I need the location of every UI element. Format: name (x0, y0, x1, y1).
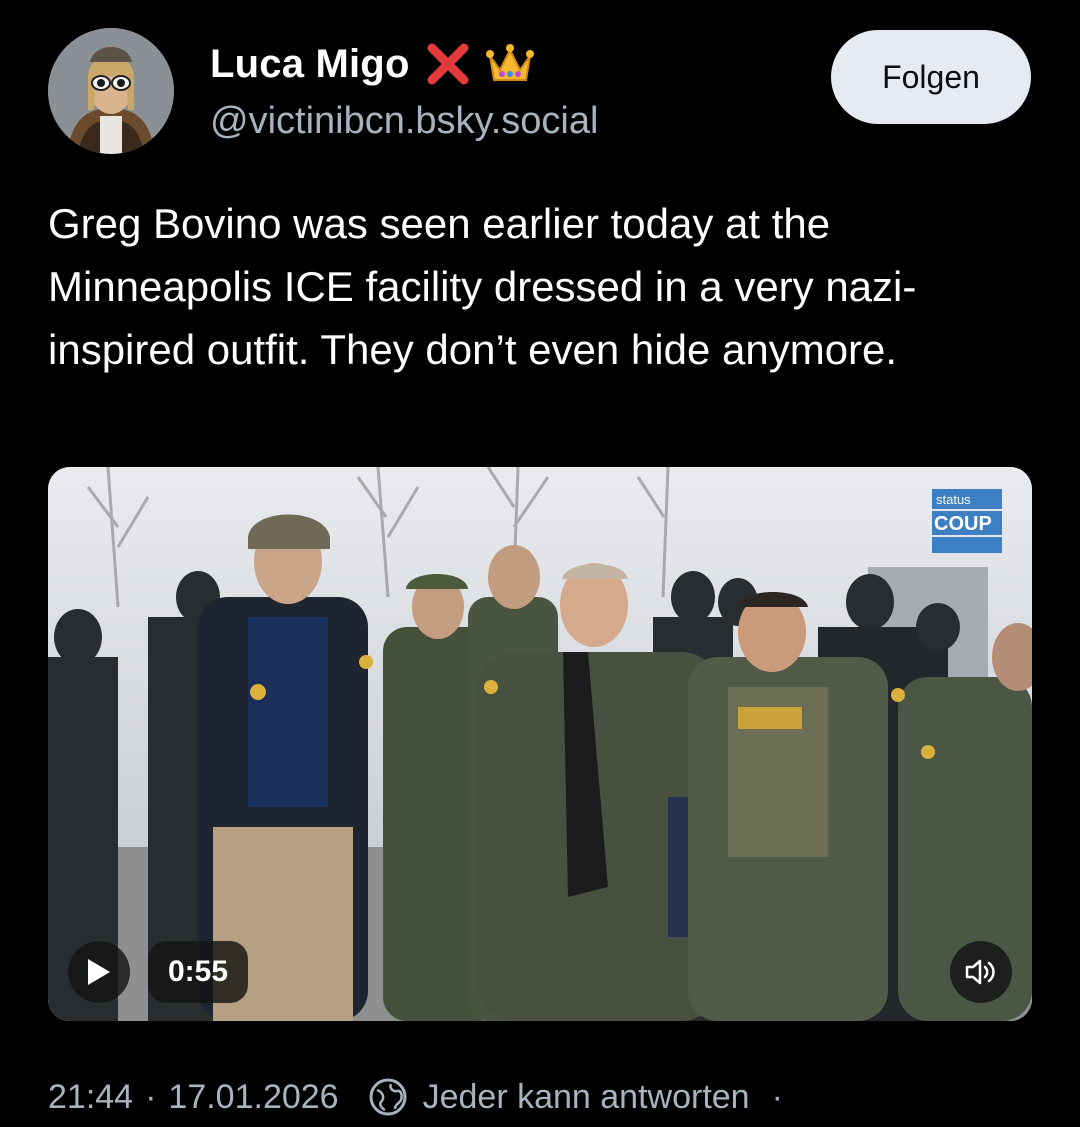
logo-line-1: status (936, 492, 971, 507)
author-handle[interactable]: @victinibcn.bsky.social (210, 100, 598, 143)
meta-separator: · (145, 1077, 157, 1116)
follow-button[interactable]: Folgen (831, 30, 1031, 124)
author-display-name[interactable]: Luca Migo (210, 42, 410, 87)
play-button[interactable] (68, 941, 130, 1003)
post-meta: 21:44 · 17.01.2026 Jeder kann antworten … (48, 1072, 795, 1122)
globe-icon (369, 1078, 407, 1116)
video-player[interactable]: status COUP 0:55 (48, 467, 1032, 1021)
reply-setting[interactable]: Jeder kann antworten (423, 1078, 750, 1117)
post-text: Greg Bovino was seen earlier today at th… (48, 200, 917, 373)
video-frame (48, 467, 1032, 1021)
avatar-image (48, 28, 174, 154)
post-date: 17.01.2026 (168, 1077, 339, 1116)
avatar[interactable] (48, 28, 174, 154)
crown-emoji-icon (485, 44, 534, 81)
volume-button[interactable] (950, 941, 1012, 1003)
play-icon (88, 959, 110, 985)
cross-mark-emoji-icon (427, 43, 469, 85)
meta-trailing-separator: · (771, 1077, 783, 1116)
logo-line-2: COUP (934, 513, 992, 535)
video-duration: 0:55 (148, 941, 249, 1003)
volume-icon (965, 959, 995, 985)
author-name-row: Luca Migo (210, 40, 534, 88)
status-coup-logo: status COUP (932, 489, 1002, 557)
post-time: 21:44 (48, 1077, 134, 1116)
